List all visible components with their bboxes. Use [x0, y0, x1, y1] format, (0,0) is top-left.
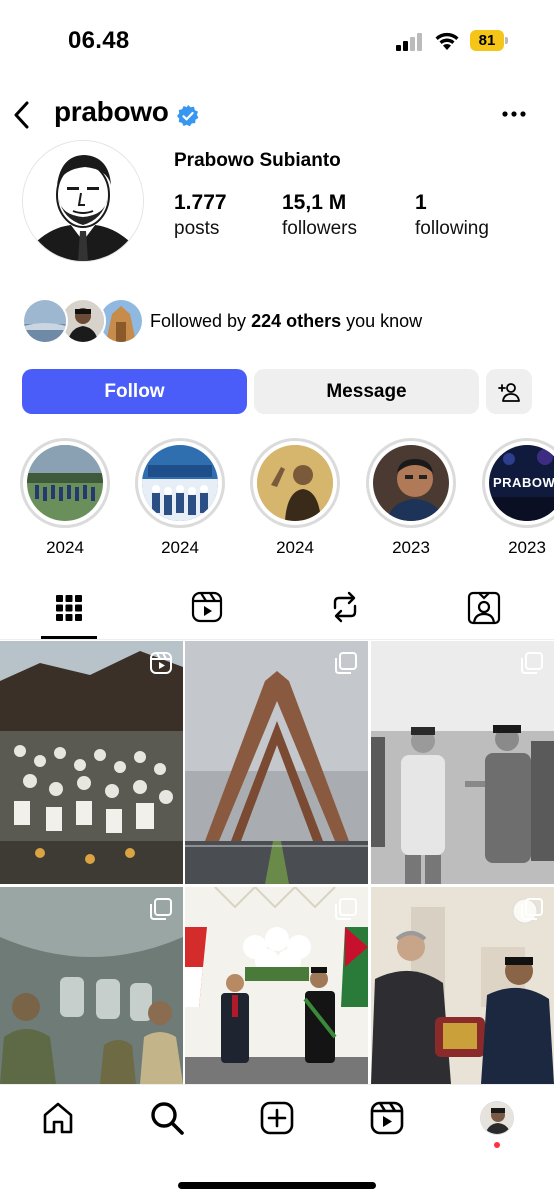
reels-nav-icon[interactable] [369, 1100, 405, 1136]
followed-by-count: 224 others [251, 311, 342, 331]
highlight-label: 2023 [392, 538, 430, 557]
suggested-users-button[interactable] [486, 369, 532, 414]
posts-label: posts [174, 218, 220, 239]
highlight-cover [142, 445, 218, 521]
post-image [185, 641, 368, 884]
active-tab-indicator [41, 636, 97, 639]
carousel-badge-icon [521, 898, 543, 920]
tagged-icon[interactable] [464, 590, 504, 626]
battery-indicator: 81 [470, 30, 508, 51]
highlight-label: 2024 [161, 538, 199, 557]
highlight-ring [366, 438, 456, 528]
following-count: 1 [415, 191, 427, 214]
profile-header: prabowo [0, 88, 554, 142]
highlight-cover [27, 445, 103, 521]
search-icon[interactable] [149, 1100, 185, 1136]
notification-dot [494, 1142, 500, 1148]
highlight-ring [20, 438, 110, 528]
username: prabowo [54, 96, 169, 127]
mutual-avatar-1 [22, 298, 68, 344]
post-thumbnail[interactable] [0, 887, 183, 1084]
full-name: Prabowo Subianto [174, 150, 341, 171]
highlight-ring [135, 438, 225, 528]
post-thumbnail[interactable] [371, 887, 554, 1084]
story-highlight-3[interactable]: 2024 [249, 438, 341, 558]
grid-icon[interactable] [49, 590, 89, 626]
profile-nav-avatar[interactable] [480, 1101, 514, 1135]
home-indicator [178, 1182, 376, 1189]
mutual-followers-text: Followed by 224 others you know [150, 311, 422, 332]
battery-cap [505, 37, 508, 44]
profile-avatar[interactable] [22, 140, 144, 262]
post-image [0, 641, 183, 884]
highlight-ring: PRABOWO [482, 438, 554, 528]
highlight-cover [373, 445, 449, 521]
followers-count: 15,1 M [282, 191, 347, 214]
story-highlight-1[interactable]: 2024 [19, 438, 111, 558]
signal-icon [396, 33, 422, 51]
post-thumbnail[interactable] [185, 887, 368, 1084]
status-bar: 06.48 81 [0, 0, 554, 84]
posts-stat[interactable]: 1.777 posts [174, 190, 227, 242]
profile-tabs [0, 580, 554, 640]
highlight-label: 2024 [46, 538, 84, 557]
highlight-cover: PRABOWO [489, 445, 554, 521]
post-thumbnail[interactable] [185, 641, 368, 884]
more-options-icon[interactable] [500, 104, 528, 124]
mutual-followers[interactable]: Followed by 224 others you know [22, 298, 542, 346]
post-image [371, 641, 554, 884]
home-icon[interactable] [40, 1100, 76, 1136]
back-icon[interactable] [10, 98, 34, 132]
wifi-icon [435, 32, 459, 50]
reels-icon[interactable] [187, 590, 227, 626]
following-label: following [415, 218, 489, 239]
post-thumbnail[interactable] [371, 641, 554, 884]
reposts-icon[interactable] [325, 590, 365, 626]
followed-by-prefix: Followed by [150, 311, 252, 331]
carousel-badge-icon [335, 652, 357, 674]
post-thumbnail[interactable] [0, 641, 183, 884]
followers-stat[interactable]: 15,1 M followers [282, 190, 357, 242]
follow-button[interactable]: Follow [22, 369, 247, 414]
message-button[interactable]: Message [254, 369, 479, 414]
add-person-icon [498, 382, 520, 402]
posts-count: 1.777 [174, 191, 227, 214]
create-icon[interactable] [259, 1100, 295, 1136]
story-highlight-2[interactable]: 2024 [134, 438, 226, 558]
highlight-overlay-text: PRABOWO [493, 475, 554, 490]
battery-level: 81 [470, 30, 504, 51]
carousel-badge-icon [521, 652, 543, 674]
highlight-label: 2024 [276, 538, 314, 557]
highlight-cover [257, 445, 333, 521]
story-highlight-5[interactable]: PRABOWO 2023 [481, 438, 554, 558]
posts-grid [0, 641, 554, 1084]
reel-badge-icon [150, 652, 172, 674]
followed-by-suffix: you know [341, 311, 423, 331]
carousel-badge-icon [150, 898, 172, 920]
highlight-label: 2023 [508, 538, 546, 557]
story-highlight-4[interactable]: 2023 [365, 438, 457, 558]
following-stat[interactable]: 1 following [415, 190, 489, 242]
status-time: 06.48 [68, 27, 130, 54]
verified-badge-icon [177, 105, 199, 127]
highlight-ring [250, 438, 340, 528]
followers-label: followers [282, 218, 357, 239]
profile-portrait-image [23, 141, 143, 261]
carousel-badge-icon [335, 898, 357, 920]
